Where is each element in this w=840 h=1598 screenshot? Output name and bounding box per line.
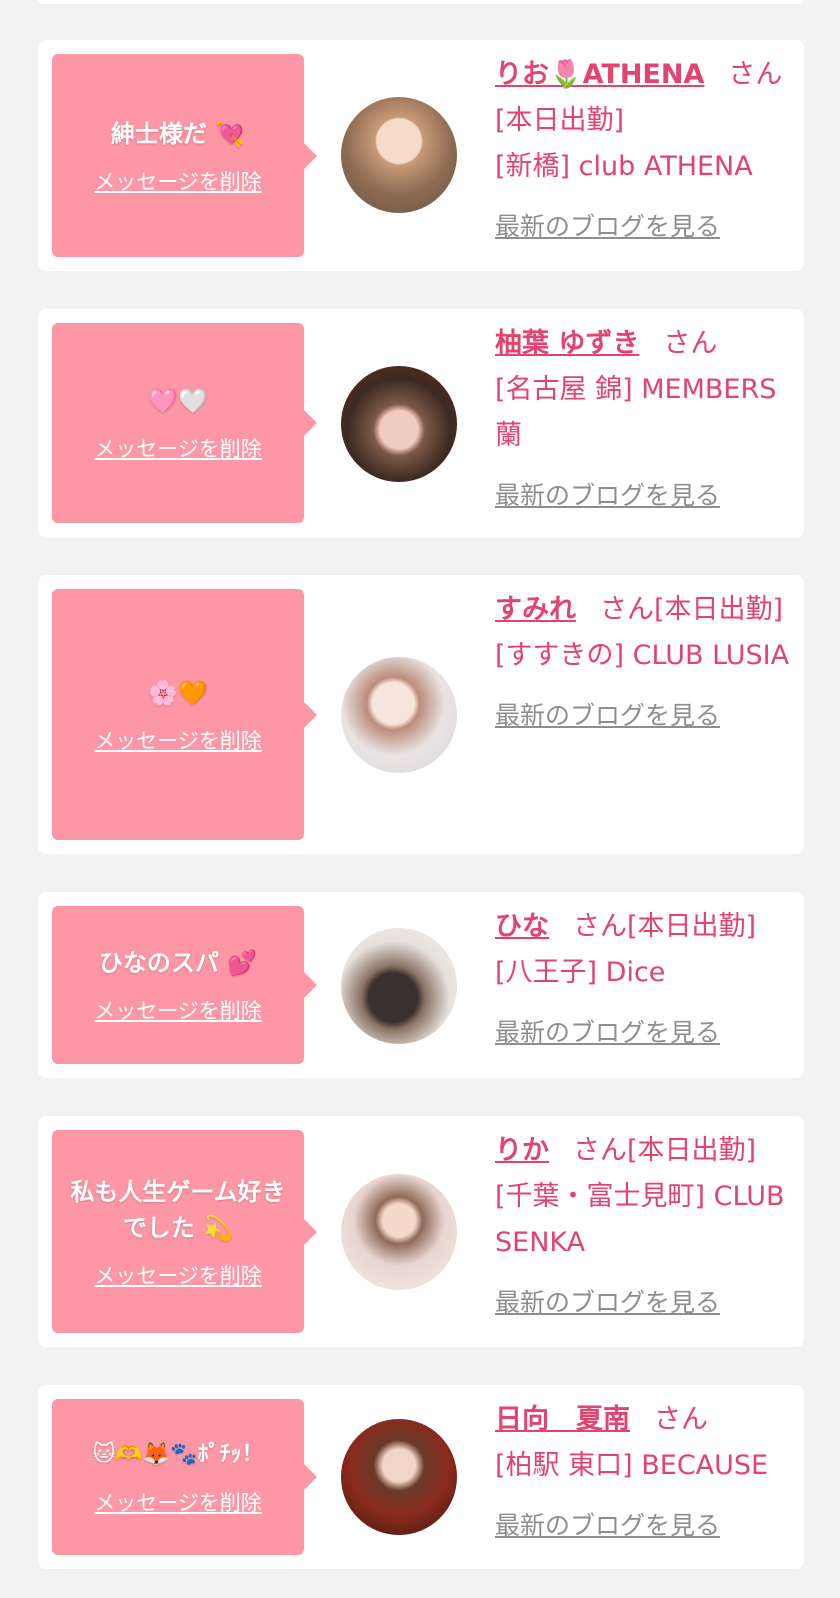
cast-status: さん bbox=[654, 1404, 708, 1435]
avatar[interactable] bbox=[341, 1174, 457, 1290]
avatar[interactable] bbox=[341, 928, 457, 1044]
message-card: 🌸🧡 メッセージを削除 すみれ さん[本日出勤] [すすきの] CLUB LUSI… bbox=[38, 575, 804, 854]
latest-blog-link[interactable]: 最新のブログを見る bbox=[495, 1280, 720, 1326]
message-card: 🐱🫶🦊🐾ﾎﾟﾁｯ！ メッセージを削除 日向 夏南 さん [柏駅 東口] BECAU… bbox=[38, 1385, 804, 1569]
cast-location: [名古屋 錦] MEMBERS 蘭 bbox=[495, 374, 777, 451]
cast-name-link[interactable]: ひな bbox=[495, 911, 549, 942]
avatar[interactable] bbox=[341, 97, 457, 213]
delete-message-link[interactable]: メッセージを削除 bbox=[94, 166, 262, 196]
message-card: 🩷🤍 メッセージを削除 柚葉 ゆずき さん [名古屋 錦] MEMBERS 蘭 最… bbox=[38, 309, 804, 538]
avatar[interactable] bbox=[341, 1419, 457, 1535]
cast-name-link[interactable]: りか bbox=[495, 1135, 549, 1166]
message-card: ひなのスパ 💕 メッセージを削除 ひな さん[本日出勤] [八王子] Dice 最… bbox=[38, 892, 804, 1078]
cast-info: りか さん[本日出勤] [千葉・富士見町] CLUB SENKA 最新のブログを見… bbox=[495, 1128, 790, 1326]
delete-message-link[interactable]: メッセージを削除 bbox=[94, 725, 262, 755]
message-bubble: 🐱🫶🦊🐾ﾎﾟﾁｯ！ メッセージを削除 bbox=[52, 1399, 317, 1555]
message-card: 紳士様だ 💘 メッセージを削除 りお🌷ATHENA さん[本日出勤] [新橋] c… bbox=[38, 40, 804, 271]
message-text: 🌸🧡 bbox=[148, 678, 208, 707]
avatar[interactable] bbox=[341, 366, 457, 482]
cast-location: [千葉・富士見町] CLUB SENKA bbox=[495, 1181, 785, 1258]
message-bubble: 🩷🤍 メッセージを削除 bbox=[52, 323, 317, 523]
cast-info: りお🌷ATHENA さん[本日出勤] [新橋] club ATHENA 最新のブロ… bbox=[495, 52, 790, 250]
message-bubble: 🌸🧡 メッセージを削除 bbox=[52, 589, 317, 840]
cast-location: [すすきの] CLUB LUSIA bbox=[495, 640, 790, 671]
latest-blog-link[interactable]: 最新のブログを見る bbox=[495, 204, 720, 250]
latest-blog-link[interactable]: 最新のブログを見る bbox=[495, 473, 720, 519]
message-card: 私も人生ゲーム好きでした 💫 メッセージを削除 りか さん[本日出勤] [千葉・富… bbox=[38, 1116, 804, 1347]
cast-name-link[interactable]: 柚葉 ゆずき bbox=[495, 328, 639, 359]
delete-message-link[interactable]: メッセージを削除 bbox=[94, 1487, 262, 1517]
delete-message-link[interactable]: メッセージを削除 bbox=[94, 433, 262, 463]
cast-location: [柏駅 東口] BECAUSE bbox=[495, 1450, 769, 1481]
cast-name-link[interactable]: 日向 夏南 bbox=[495, 1404, 630, 1435]
avatar[interactable] bbox=[341, 657, 457, 773]
message-bubble: 私も人生ゲーム好きでした 💫 メッセージを削除 bbox=[52, 1130, 317, 1333]
delete-message-link[interactable]: メッセージを削除 bbox=[94, 995, 262, 1025]
latest-blog-link[interactable]: 最新のブログを見る bbox=[495, 1503, 720, 1549]
cast-status: さん[本日出勤] bbox=[600, 594, 784, 625]
latest-blog-link[interactable]: 最新のブログを見る bbox=[495, 693, 720, 739]
cast-status: さん[本日出勤] bbox=[573, 911, 757, 942]
message-text: 紳士様だ 💘 bbox=[110, 119, 246, 148]
cast-location: [新橋] club ATHENA bbox=[495, 151, 753, 182]
cast-status: さん bbox=[663, 328, 718, 359]
message-text: 🩷🤍 bbox=[148, 387, 208, 415]
message-bubble: ひなのスパ 💕 メッセージを削除 bbox=[52, 906, 317, 1064]
cast-status: さん[本日出勤] bbox=[573, 1135, 757, 1166]
cast-info: 日向 夏南 さん [柏駅 東口] BECAUSE 最新のブログを見る bbox=[495, 1397, 790, 1549]
previous-card-edge bbox=[38, 0, 804, 4]
message-text: 🐱🫶🦊🐾ﾎﾟﾁｯ！ bbox=[92, 1442, 264, 1467]
message-text: 私も人生ゲーム好きでした 💫 bbox=[70, 1177, 286, 1242]
cast-name-link[interactable]: りお🌷ATHENA bbox=[495, 59, 704, 90]
message-text: ひなのスパ 💕 bbox=[98, 949, 258, 977]
cast-info: 柚葉 ゆずき さん [名古屋 錦] MEMBERS 蘭 最新のブログを見る bbox=[495, 321, 790, 519]
message-bubble: 紳士様だ 💘 メッセージを削除 bbox=[52, 54, 317, 257]
cast-info: すみれ さん[本日出勤] [すすきの] CLUB LUSIA 最新のブログを見る bbox=[495, 587, 790, 739]
delete-message-link[interactable]: メッセージを削除 bbox=[94, 1260, 262, 1290]
latest-blog-link[interactable]: 最新のブログを見る bbox=[495, 1010, 720, 1056]
cast-name-link[interactable]: すみれ bbox=[495, 594, 576, 625]
cast-location: [八王子] Dice bbox=[495, 957, 666, 988]
cast-info: ひな さん[本日出勤] [八王子] Dice 最新のブログを見る bbox=[495, 904, 790, 1056]
